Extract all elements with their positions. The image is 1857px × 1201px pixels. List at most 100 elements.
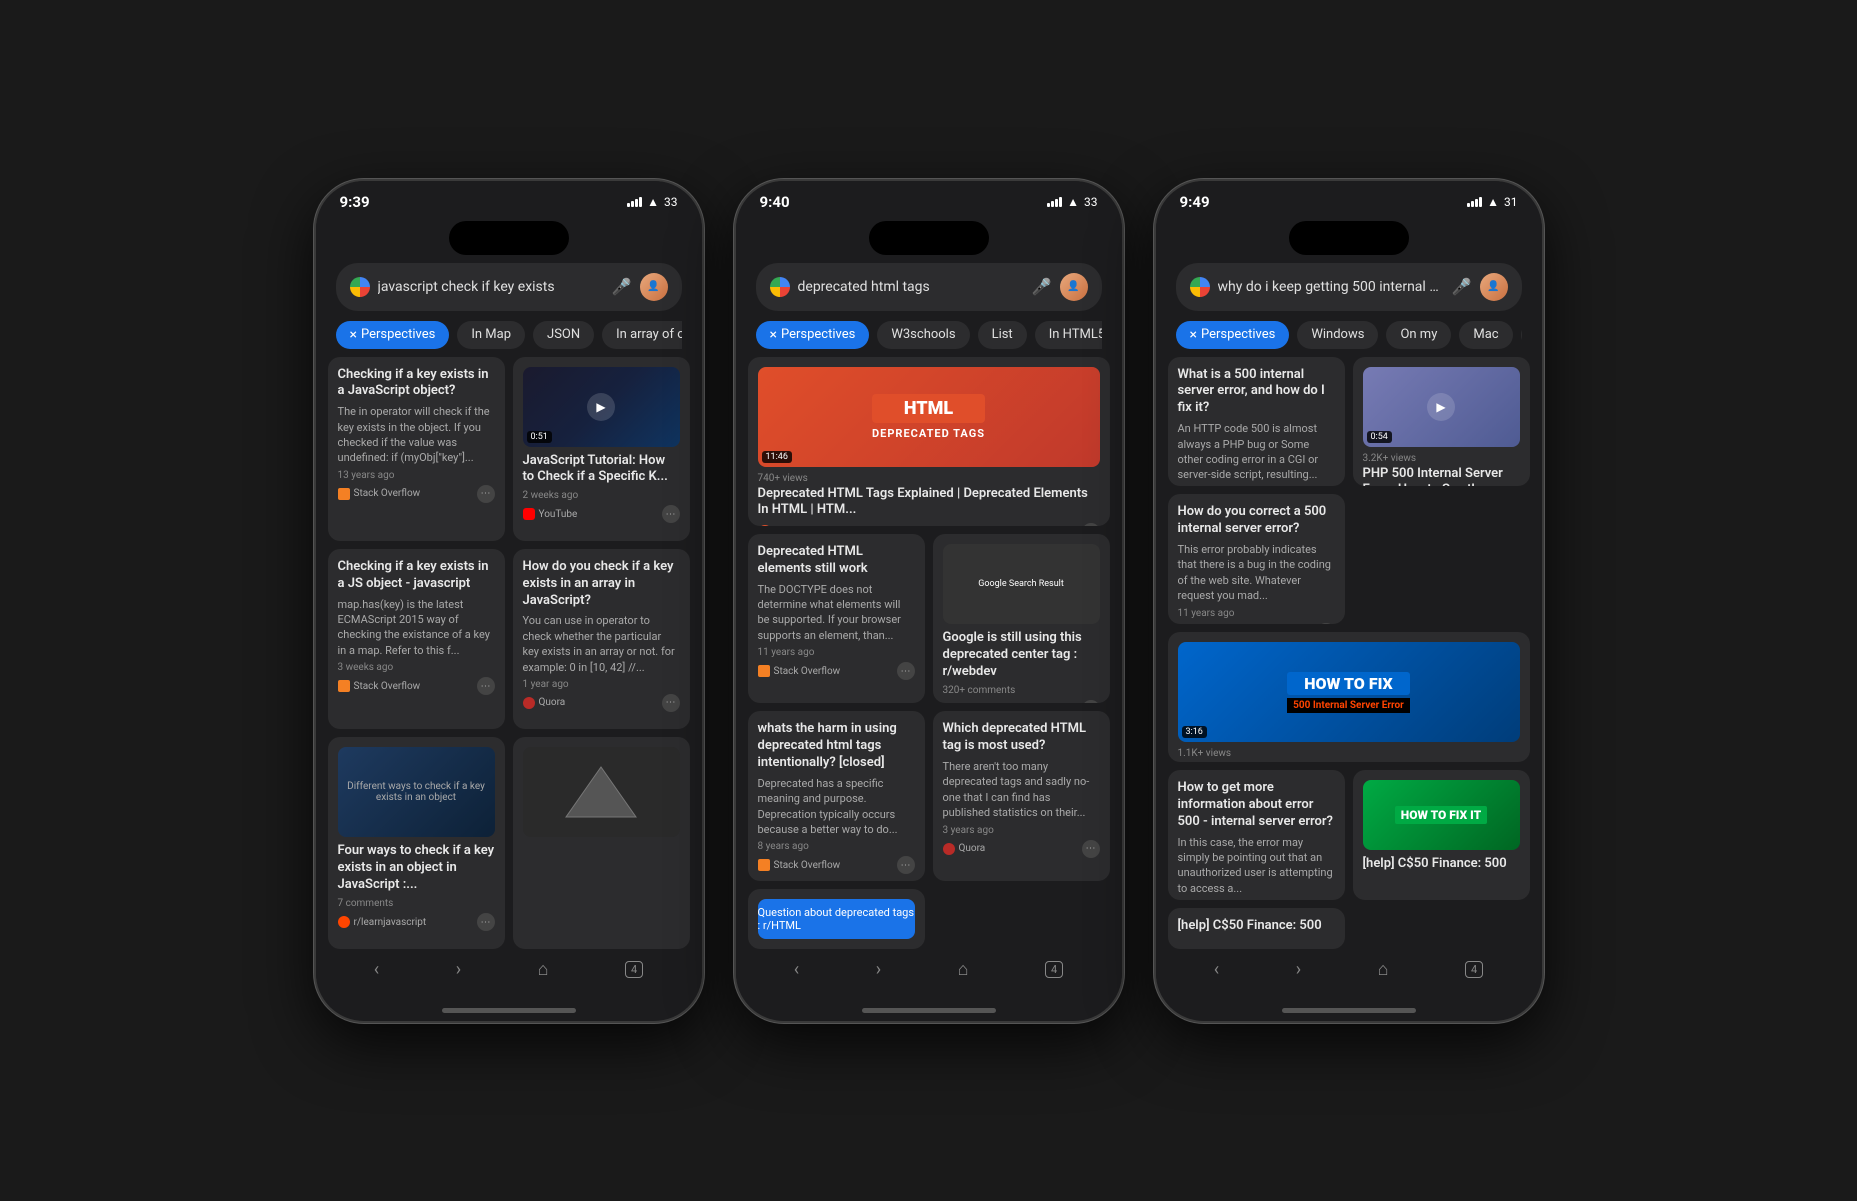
- result-card[interactable]: Google Search Result Google is still usi…: [933, 534, 1110, 703]
- phone1-avatar[interactable]: 👤: [640, 273, 668, 301]
- source-name: Quora: [959, 843, 986, 854]
- phone3-wifi-icon: ▲: [1487, 195, 1499, 209]
- home-button[interactable]: ⌂: [958, 959, 969, 980]
- phone2-wifi-icon: ▲: [1067, 195, 1079, 209]
- phone3-filter-windows[interactable]: Windows: [1297, 321, 1378, 349]
- more-options-btn[interactable]: ⋯: [1082, 700, 1100, 704]
- result-card[interactable]: Deprecated HTML elements still work The …: [748, 534, 925, 703]
- more-options-btn[interactable]: ⋯: [1082, 523, 1100, 526]
- home-button[interactable]: ⌂: [1378, 959, 1389, 980]
- phone2-search-text[interactable]: deprecated html tags: [798, 279, 1024, 295]
- result-card-video-large[interactable]: HOW TO FIX 500 Internal Server Error 3:1…: [1168, 632, 1530, 762]
- phone1-wifi-icon: ▲: [647, 195, 659, 209]
- reddit-icon: [338, 916, 350, 928]
- phone2-filter-perspectives[interactable]: Perspectives: [756, 321, 870, 349]
- more-options-btn[interactable]: ⋯: [477, 485, 495, 503]
- result-source: Stack Overflow ⋯: [338, 485, 495, 503]
- quora-icon: [523, 697, 535, 709]
- google-logo-icon: [350, 277, 370, 297]
- tabs-button[interactable]: 4: [1045, 961, 1063, 978]
- more-options-btn[interactable]: ⋯: [477, 913, 495, 931]
- phone1-search-bar[interactable]: javascript check if key exists 🎤 👤: [336, 263, 682, 311]
- mic-icon[interactable]: 🎤: [612, 277, 632, 296]
- phone3-battery-icon: 31: [1504, 195, 1518, 209]
- phone2-status-icons: ▲ 33: [1047, 195, 1097, 209]
- result-card[interactable]: [513, 737, 690, 948]
- result-card[interactable]: Question about deprecated tags : r/HTML: [748, 889, 925, 949]
- phone1-filter-json[interactable]: JSON: [533, 321, 594, 349]
- mic-icon[interactable]: 🎤: [1452, 277, 1472, 296]
- phone1-filter-inmap[interactable]: In Map: [457, 321, 525, 349]
- more-options-btn[interactable]: ⋯: [1317, 623, 1335, 624]
- phone1-filter-array[interactable]: In array of objects: [602, 321, 681, 349]
- play-button[interactable]: ▶: [1427, 393, 1455, 421]
- phone3-search-text[interactable]: why do i keep getting 500 internal serve…: [1218, 279, 1444, 295]
- google-logo-icon: [1190, 277, 1210, 297]
- phone3-filter-onmy[interactable]: On my: [1386, 321, 1451, 349]
- result-source: r/learnjavascript ⋯: [338, 913, 495, 931]
- result-card[interactable]: How do you check if a key exists in an a…: [513, 549, 690, 730]
- result-card[interactable]: HOW TO FIX IT [help] C$50 Finance: 500: [1353, 770, 1530, 900]
- phone1-search-text[interactable]: javascript check if key exists: [378, 279, 604, 295]
- phones-container: 9:39 ▲ 33 javascript check if key exists…: [314, 179, 1544, 1023]
- result-meta: 11 years ago: [758, 647, 915, 658]
- more-options-btn[interactable]: ⋯: [897, 856, 915, 874]
- play-button[interactable]: ▶: [587, 393, 615, 421]
- source-name: YouTube: [539, 509, 578, 520]
- result-card[interactable]: ▶ 0:51 JavaScript Tutorial: How to Check…: [513, 357, 690, 541]
- phone2-filter-html5[interactable]: In HTML5: [1035, 321, 1102, 349]
- more-options-btn[interactable]: ⋯: [662, 505, 680, 523]
- tabs-button[interactable]: 4: [1465, 961, 1483, 978]
- result-card[interactable]: ▶ 0:54 3.2K+ views PHP 500 Internal Serv…: [1353, 357, 1530, 487]
- video-thumbnail: ▶ 0:54: [1363, 367, 1520, 447]
- result-snippet: In this case, the error may simply be po…: [1178, 835, 1335, 897]
- result-card[interactable]: whats the harm in using deprecated html …: [748, 711, 925, 880]
- back-button[interactable]: ‹: [374, 959, 379, 980]
- more-options-btn[interactable]: ⋯: [1082, 840, 1100, 858]
- forward-button[interactable]: ›: [876, 959, 881, 980]
- more-options-btn[interactable]: ⋯: [662, 694, 680, 712]
- result-source: Quora ⋯: [523, 694, 680, 712]
- forward-button[interactable]: ›: [1296, 959, 1301, 980]
- phone2-filter-list[interactable]: List: [978, 321, 1027, 349]
- so-icon: [338, 488, 350, 500]
- result-card[interactable]: What is a 500 internal server error, and…: [1168, 357, 1345, 487]
- mic-icon[interactable]: 🎤: [1032, 277, 1052, 296]
- phone1-battery-icon: 33: [664, 195, 678, 209]
- result-card[interactable]: Which deprecated HTML tag is most used? …: [933, 711, 1110, 880]
- result-card[interactable]: Checking if a key exists in a JS object …: [328, 549, 505, 730]
- phone3-search-bar[interactable]: why do i keep getting 500 internal serve…: [1176, 263, 1522, 311]
- phone2-filter-w3schools[interactable]: W3schools: [877, 321, 969, 349]
- phone2-status-bar: 9:40 ▲ 33: [756, 193, 1102, 211]
- result-source: Quora ⋯: [943, 840, 1100, 858]
- result-card[interactable]: How do you correct a 500 internal server…: [1168, 494, 1345, 624]
- result-title: PHP 500 Internal Server Error: How to Se…: [1363, 466, 1520, 487]
- result-card[interactable]: [help] C$50 Finance: 500: [1168, 908, 1345, 949]
- phone3-filter-flights[interactable]: Flights: [1521, 321, 1522, 349]
- phone2-avatar[interactable]: 👤: [1060, 273, 1088, 301]
- result-card[interactable]: Checking if a key exists in a JavaScript…: [328, 357, 505, 541]
- back-button[interactable]: ‹: [794, 959, 799, 980]
- phone2-search-bar[interactable]: deprecated html tags 🎤 👤: [756, 263, 1102, 311]
- phone3-filter-mac[interactable]: Mac: [1459, 321, 1512, 349]
- so-icon: [338, 680, 350, 692]
- result-title: How do you correct a 500 internal server…: [1178, 504, 1335, 538]
- tabs-button[interactable]: 4: [625, 961, 643, 978]
- result-meta: 1 year ago: [523, 679, 680, 690]
- video-thumbnail: HTML DEPRECATED TAGS 11:46: [758, 367, 1100, 467]
- back-button[interactable]: ‹: [1214, 959, 1219, 980]
- phone3-bottom-nav: ‹ › ⌂ 4: [1156, 949, 1542, 1008]
- phone3-filter-perspectives[interactable]: Perspectives: [1176, 321, 1290, 349]
- result-title: How to get more information about error …: [1178, 780, 1335, 831]
- more-options-btn[interactable]: ⋯: [897, 662, 915, 680]
- more-options-btn[interactable]: ⋯: [477, 677, 495, 695]
- result-card[interactable]: How to get more information about error …: [1168, 770, 1345, 900]
- result-card[interactable]: Different ways to check if a key exists …: [328, 737, 505, 948]
- result-card-video-large[interactable]: HTML DEPRECATED TAGS 11:46 740+ views De…: [748, 357, 1110, 526]
- phone3-avatar[interactable]: 👤: [1480, 273, 1508, 301]
- forward-button[interactable]: ›: [456, 959, 461, 980]
- result-snippet: You can use in operator to check whether…: [523, 613, 680, 675]
- phone3-status-bar: 9:49 ▲ 31: [1176, 193, 1522, 211]
- phone1-filter-perspectives[interactable]: Perspectives: [336, 321, 450, 349]
- home-button[interactable]: ⌂: [538, 959, 549, 980]
